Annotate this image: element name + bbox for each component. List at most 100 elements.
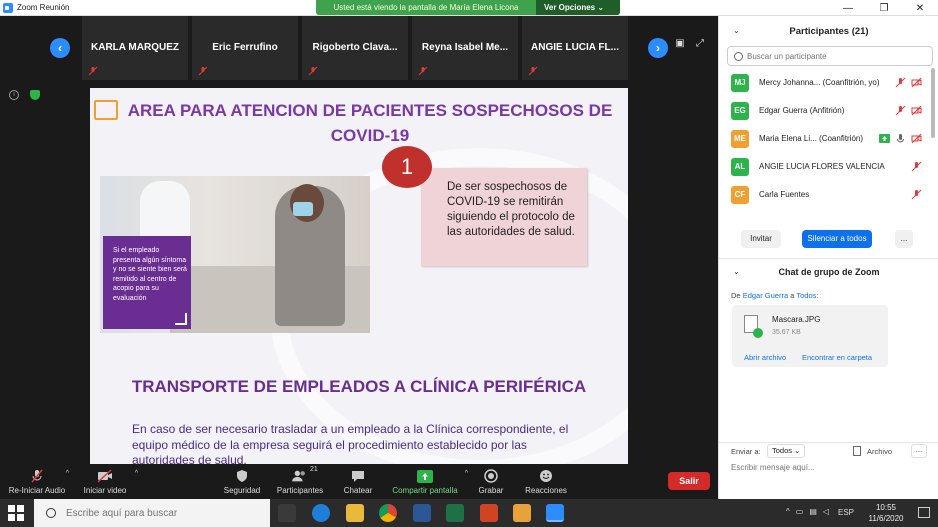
participant-row[interactable]: ME Maria Elena Li... (Coanfitrión) [719, 125, 931, 153]
chat-header: ⌄ Chat de grupo de Zoom [719, 264, 938, 280]
powerpoint-icon[interactable] [480, 504, 498, 522]
chat-message-input[interactable] [731, 463, 927, 472]
participants-more-button[interactable]: ... [895, 230, 913, 248]
clock[interactable]: 10:55 11/6/2020 [864, 502, 908, 524]
from-prefix: De [731, 291, 741, 300]
gallery-view-icon[interactable]: ▣ [674, 38, 686, 50]
next-page-button[interactable]: › [648, 38, 668, 58]
video-caret-icon[interactable]: ^ [135, 470, 138, 477]
audio-button[interactable]: Re-Iniciar Audio ^ [7, 464, 69, 499]
chat-more-button[interactable]: ... [911, 444, 927, 458]
clock-time: 10:55 [875, 503, 897, 512]
participants-actions: Invitar Silenciar a todos ... [719, 230, 938, 250]
tile-name: Reyna Isabel Me... [421, 42, 509, 53]
slide-body: En caso de ser necesario trasladar a un … [132, 422, 569, 464]
security-button[interactable]: Seguridad [220, 464, 264, 499]
file-button[interactable]: Archivo [867, 447, 892, 456]
video-tile[interactable]: ANGIE LUCIA FL... [520, 16, 628, 80]
invite-button[interactable]: Invitar [741, 230, 781, 248]
edge-browser-icon[interactable] [312, 504, 330, 522]
reactions-button[interactable]: Reacciones [524, 464, 568, 499]
send-to-value: Todos [772, 446, 793, 455]
mic-muted-icon [895, 105, 906, 116]
video-off-icon [911, 77, 922, 88]
chat-button[interactable]: Chatear [340, 464, 376, 499]
video-label: Iniciar video [83, 486, 127, 495]
participants-scrollbar[interactable] [931, 68, 935, 138]
tile-name: KARLA MARQUEZ [91, 42, 179, 53]
windows-taskbar: ^ ▭ ▤ ◁ ESP 10:55 11/6/2020 [0, 499, 938, 527]
participant-search [727, 46, 933, 66]
taskbar-search-input[interactable] [66, 507, 266, 519]
participant-row[interactable]: AL ANGIE LUCIA FLORES VALENCIA [719, 153, 931, 181]
audio-caret-icon[interactable]: ^ [66, 470, 69, 477]
participant-row[interactable]: MJ Mercy Johanna... (Coanfitrión, yo) [719, 69, 931, 97]
volume-icon[interactable]: ◁ [823, 507, 829, 516]
zoom-taskbar-icon[interactable] [546, 504, 564, 522]
fullscreen-icon[interactable]: ⤢ [694, 38, 706, 50]
participants-header: ⌄ Participantes (21) [719, 16, 938, 46]
file-attachment[interactable]: Mascara.JPG 35.67 KB Abrir archivo Encon… [732, 305, 888, 367]
participant-name: Mercy Johanna... (Coanfitrión, yo) [759, 78, 880, 87]
notifications-icon[interactable] [918, 507, 930, 518]
share-caret-icon[interactable]: ^ [465, 470, 468, 477]
windows-start-icon[interactable] [8, 505, 24, 521]
file-explorer-icon[interactable] [346, 504, 364, 522]
clock-date: 11/6/2020 [868, 514, 904, 523]
view-options-button[interactable]: Ver Opciones ⌄ [536, 0, 620, 15]
check-icon [753, 328, 763, 338]
leave-button[interactable]: Salir [668, 472, 710, 490]
video-strip: ‹ KARLA MARQUEZ Eric Ferrufino Rigoberto… [0, 16, 718, 80]
participant-search-input[interactable] [747, 51, 917, 61]
file-icon [853, 446, 861, 456]
minimize-icon[interactable]: — [830, 0, 866, 16]
chevron-down-icon: ⌄ [597, 3, 605, 12]
participants-button[interactable]: 21 Participantes [274, 464, 326, 499]
mic-muted-icon [308, 66, 318, 76]
avatar: CF [731, 186, 749, 204]
file-name: Mascara.JPG [772, 315, 821, 324]
encryption-shield-icon[interactable] [30, 90, 40, 100]
excel-icon[interactable] [446, 504, 464, 522]
video-button[interactable]: Iniciar video ^ [80, 464, 138, 499]
info-box-text: De ser sospechosos de COVID-19 se remiti… [447, 181, 575, 238]
search-icon [46, 508, 56, 518]
slide-subtitle: TRANSPORTE DE EMPLEADOS A CLÍNICA PERIFÉ… [131, 377, 587, 396]
chevron-right-icon: › [656, 41, 660, 55]
sender-link[interactable]: Edgar Guerra [743, 291, 788, 300]
network-icon[interactable]: ▤ [809, 507, 817, 516]
chevron-down-icon[interactable]: ⌄ [733, 26, 740, 35]
open-file-link[interactable]: Abrir archivo [744, 353, 786, 362]
word-icon[interactable] [413, 504, 431, 522]
outlook-icon[interactable] [513, 504, 531, 522]
language-indicator[interactable]: ESP [838, 508, 854, 517]
view-options-label: Ver Opciones [544, 3, 596, 12]
video-tile[interactable]: Eric Ferrufino [190, 16, 298, 80]
participant-row[interactable]: CF Carla Fuentes [719, 181, 931, 209]
find-folder-link[interactable]: Encontrar en carpeta [802, 353, 872, 362]
prev-page-button[interactable]: ‹ [50, 38, 70, 58]
mute-all-button[interactable]: Silenciar a todos [802, 230, 872, 248]
chrome-icon[interactable] [379, 504, 397, 522]
video-tile[interactable]: Reyna Isabel Me... [410, 16, 518, 80]
participants-title: Participantes (21) [789, 25, 869, 37]
video-tile[interactable]: Rigoberto Clava... [300, 16, 408, 80]
record-button[interactable]: Grabar [474, 464, 508, 499]
mic-muted-icon [911, 161, 922, 172]
divider [719, 258, 938, 259]
meeting-info-icon[interactable]: i [9, 90, 19, 100]
chevron-up-icon[interactable]: ^ [786, 507, 790, 516]
battery-icon[interactable]: ▭ [796, 507, 804, 516]
restore-icon[interactable]: ❐ [866, 0, 902, 16]
close-icon[interactable]: ✕ [902, 0, 938, 16]
share-screen-button[interactable]: Compartir pantalla ^ [390, 464, 468, 499]
avatar: ME [731, 130, 749, 148]
send-to-select[interactable]: Todos ⌄ [767, 444, 805, 458]
avatar: MJ [731, 74, 749, 92]
task-view-icon[interactable] [278, 504, 296, 522]
recipient-link[interactable]: Todos: [796, 291, 818, 300]
mic-muted-icon [528, 66, 538, 76]
participant-row[interactable]: EG Edgar Guerra (Anfitrión) [719, 97, 931, 125]
tile-name: ANGIE LUCIA FL... [531, 42, 619, 53]
video-tile[interactable]: KARLA MARQUEZ [80, 16, 188, 80]
